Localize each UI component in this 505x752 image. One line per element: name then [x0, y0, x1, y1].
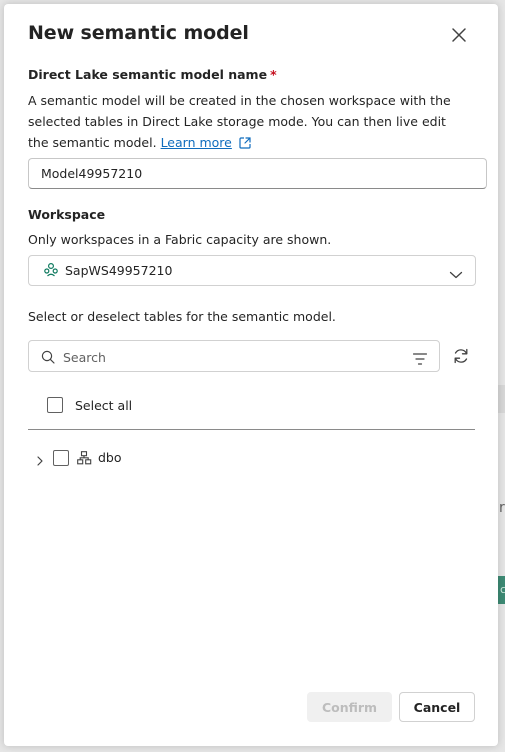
required-marker: *	[270, 67, 277, 82]
schema-icon	[77, 450, 92, 469]
cancel-button[interactable]: Cancel	[399, 692, 475, 722]
model-name-label: Direct Lake semantic model name *	[28, 67, 277, 82]
workspace-icon	[43, 262, 59, 282]
workspace-label: Workspace	[28, 207, 106, 222]
search-icon	[41, 349, 55, 368]
tables-instruction: Select or deselect tables for the semant…	[28, 309, 336, 324]
select-all-checkbox[interactable]	[47, 397, 63, 413]
new-semantic-model-dialog: New semantic model Direct Lake semantic …	[4, 4, 498, 746]
model-description: A semantic model will be created in the …	[28, 90, 468, 156]
expand-chevron-icon[interactable]	[35, 452, 45, 471]
tables-search-box	[28, 340, 440, 373]
model-name-label-text: Direct Lake semantic model name	[28, 67, 268, 82]
refresh-icon	[454, 348, 468, 364]
learn-more-link[interactable]: Learn more	[161, 135, 232, 150]
select-all-label[interactable]: Select all	[75, 398, 132, 413]
table-list-divider	[28, 429, 475, 430]
dialog-title: New semantic model	[28, 22, 249, 44]
workspace-dropdown[interactable]: SapWS49957210	[28, 255, 476, 286]
external-link-icon[interactable]	[238, 135, 252, 156]
schema-dbo-label[interactable]: dbo	[98, 450, 122, 465]
search-input[interactable]	[61, 341, 405, 373]
close-button[interactable]	[448, 24, 470, 46]
chevron-down-icon	[449, 265, 463, 284]
workspace-hint: Only workspaces in a Fabric capacity are…	[28, 232, 332, 247]
filter-icon[interactable]	[412, 350, 428, 369]
schema-dbo-checkbox[interactable]	[53, 450, 69, 466]
background-green-button: c	[498, 576, 505, 604]
confirm-button[interactable]: Confirm	[307, 692, 392, 722]
background-strip	[498, 385, 505, 413]
refresh-button[interactable]	[450, 345, 472, 367]
model-name-input[interactable]: Model49957210	[28, 158, 487, 189]
background-text-fragment: r	[499, 500, 505, 516]
close-icon	[452, 28, 466, 42]
workspace-selected-value: SapWS49957210	[65, 263, 173, 278]
